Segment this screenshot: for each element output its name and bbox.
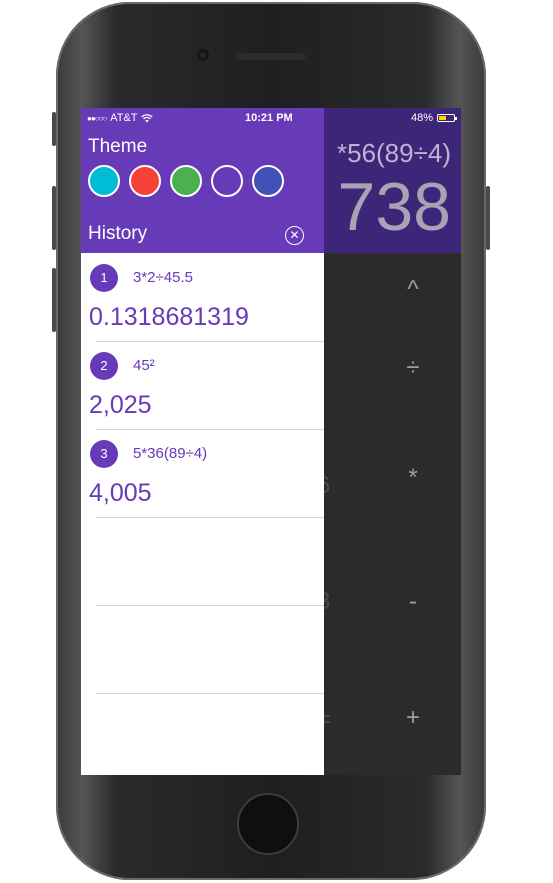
theme-swatch-indigo[interactable]: [252, 165, 284, 197]
drawer-header: Theme History ✕: [81, 108, 324, 253]
history-item[interactable]: 3 5*36(89÷4) 4,005: [81, 429, 324, 517]
history-expression: 5*36(89÷4): [133, 445, 208, 462]
add-key[interactable]: +: [383, 704, 443, 732]
history-expression: 3*2÷45.5: [133, 269, 193, 286]
multiply-key[interactable]: *: [383, 464, 443, 492]
history-index-badge: 2: [90, 352, 118, 380]
history-heading: History: [88, 223, 148, 244]
home-button[interactable]: [237, 793, 299, 855]
status-bar: ●●○○○ AT&T 10:21 PM 48%: [81, 108, 461, 128]
history-expression: 45²: [133, 357, 155, 374]
wifi-icon: [141, 113, 154, 122]
theme-heading: Theme: [88, 136, 148, 157]
history-item[interactable]: 1 3*2÷45.5 0.1318681319: [81, 253, 324, 341]
battery-icon: [437, 114, 457, 122]
carrier-name: AT&T: [110, 112, 138, 124]
history-result: 0.1318681319: [89, 303, 249, 331]
close-circle-icon[interactable]: ✕: [285, 226, 304, 245]
theme-swatches: [88, 165, 284, 197]
mute-switch: [52, 112, 56, 146]
history-item[interactable]: 2 45² 2,025: [81, 341, 324, 429]
front-camera: [197, 49, 209, 61]
history-index-badge: 1: [90, 264, 118, 292]
theme-swatch-cyan[interactable]: [88, 165, 120, 197]
earpiece-speaker: [236, 53, 306, 60]
theme-swatch-red[interactable]: [129, 165, 161, 197]
history-divider: [96, 605, 324, 606]
history-result: 4,005: [89, 479, 152, 507]
volume-down-button: [52, 268, 56, 332]
theme-swatch-purple[interactable]: [211, 165, 243, 197]
theme-swatch-green[interactable]: [170, 165, 202, 197]
status-time: 10:21 PM: [245, 112, 293, 124]
history-divider: [96, 517, 324, 518]
divide-key[interactable]: ÷: [383, 354, 443, 382]
battery-fill: [439, 116, 446, 120]
phone-screen: *56(89÷4) 738 ^ ÷ * - + ) 6 3 = Theme Hi…: [81, 108, 461, 775]
calculator-expression: *56(89÷4): [336, 138, 451, 168]
volume-up-button: [52, 186, 56, 250]
calculator-result: 738: [337, 169, 451, 245]
history-index-badge: 3: [90, 440, 118, 468]
power-button: [486, 186, 490, 250]
power-key[interactable]: ^: [383, 276, 443, 304]
history-divider: [96, 693, 324, 694]
signal-strength: ●●○○○: [87, 113, 107, 123]
history-result: 2,025: [89, 391, 152, 419]
subtract-key[interactable]: -: [383, 588, 443, 616]
battery-percent: 48%: [410, 112, 433, 124]
history-drawer: Theme History ✕ 1 3*2÷45.5 0.1318681319 …: [81, 108, 324, 775]
